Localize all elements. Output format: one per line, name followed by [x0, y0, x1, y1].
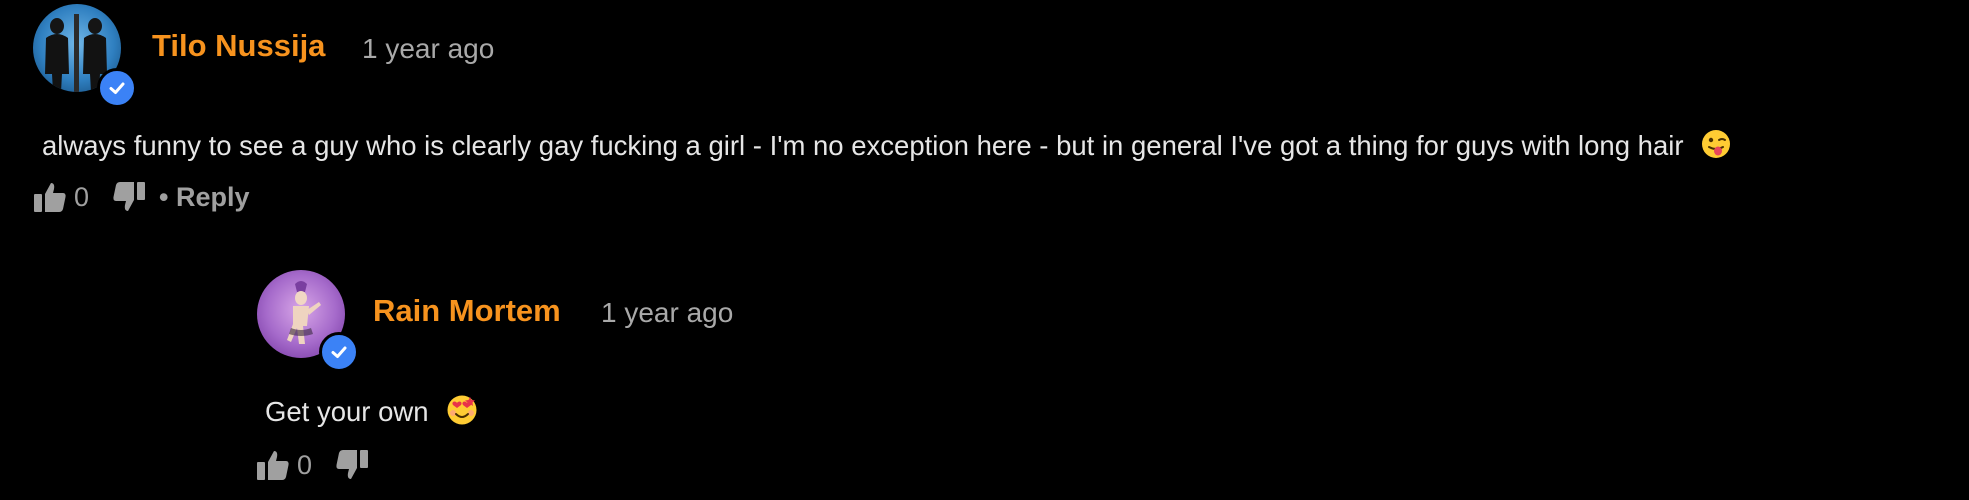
comment-text: Get your own [265, 395, 429, 427]
comment-text: always funny to see a guy who is clearly… [42, 129, 1684, 161]
thumbs-down-icon[interactable] [111, 180, 147, 214]
reply-separator: • [159, 181, 169, 212]
avatar[interactable] [33, 4, 137, 108]
comment-author[interactable]: Rain Mortem [373, 293, 561, 329]
verified-badge-icon [97, 68, 137, 108]
reply-button[interactable]: • Reply [159, 182, 250, 213]
tongue-out-emoji-icon [1701, 129, 1731, 166]
checkmark-icon [109, 82, 125, 94]
comment-author[interactable]: Tilo Nussija [152, 28, 325, 64]
thumbs-up-icon[interactable] [255, 448, 291, 482]
thumbs-up-icon[interactable] [32, 180, 68, 214]
like-count: 0 [297, 449, 313, 480]
comment-actions: 0 [255, 448, 370, 482]
thumbs-down-icon[interactable] [334, 448, 370, 482]
checkmark-icon [331, 346, 347, 358]
comment-body: Get your own [265, 394, 478, 433]
avatar[interactable] [257, 270, 359, 372]
comment-thread: Tilo Nussija 1 year ago always funny to … [0, 0, 1969, 500]
comment-timestamp: 1 year ago [362, 33, 495, 64]
reply-label: Reply [176, 181, 250, 212]
comment-actions: 0 • Reply [32, 180, 250, 214]
comment-body: always funny to see a guy who is clearly… [42, 129, 1731, 166]
like-count: 0 [74, 181, 90, 212]
comment-timestamp: 1 year ago [601, 297, 734, 328]
verified-badge-icon [319, 332, 359, 372]
heart-eyes-emoji-icon [446, 394, 478, 433]
